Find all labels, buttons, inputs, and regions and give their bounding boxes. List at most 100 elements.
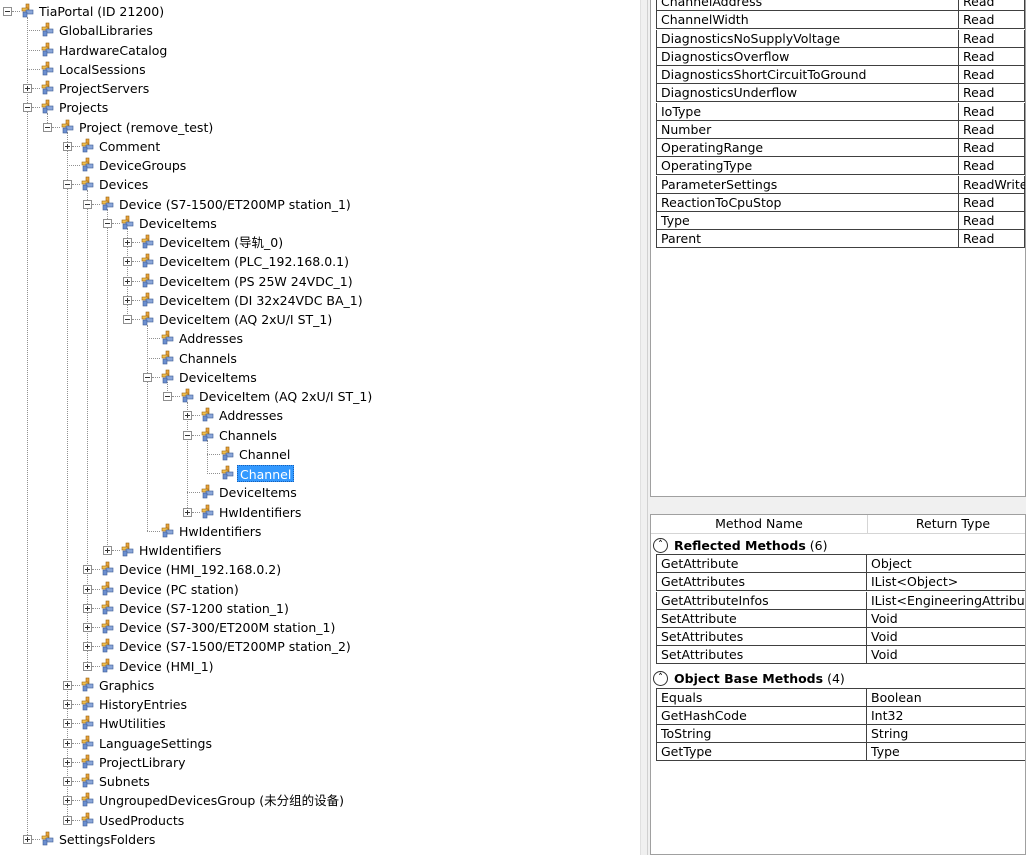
expand-icon[interactable] (83, 661, 92, 671)
tree-node-label[interactable]: Projects (57, 99, 110, 116)
expand-icon[interactable] (63, 796, 72, 806)
method-row[interactable]: SetAttributes Void (656, 646, 1025, 665)
tree-node[interactable]: UngroupedDevicesGroup (未分组的设备) (0, 791, 640, 810)
method-row[interactable]: ToString String (656, 725, 1025, 743)
property-row[interactable]: OperatingType Read (656, 157, 1025, 176)
tree-node[interactable]: DeviceItem (DI 32x24VDC BA_1) (0, 291, 640, 310)
tree-node[interactable]: DeviceItem (AQ 2xU/I ST_1) (0, 387, 640, 406)
tree-node-label[interactable]: Device (S7-1200 station_1) (117, 600, 291, 617)
collapse-group-icon[interactable]: ˄ (653, 537, 668, 553)
method-row[interactable]: GetAttribute Object (656, 555, 1025, 573)
tree-node[interactable]: UsedProducts (0, 811, 640, 830)
method-row[interactable]: GetType Type (656, 743, 1025, 762)
property-row[interactable]: IoType Read (656, 102, 1025, 121)
collapse-icon[interactable] (103, 218, 112, 228)
expand-icon[interactable] (63, 815, 72, 825)
tree-node[interactable]: Addresses (0, 329, 640, 348)
tree-node[interactable]: DeviceItem (PLC_192.168.0.1) (0, 252, 640, 271)
tree-node-label[interactable]: Device (S7-300/ET200M station_1) (117, 619, 337, 636)
property-row[interactable]: ParameterSettings ReadWrite (656, 175, 1025, 194)
tree-node[interactable]: HardwareCatalog (0, 41, 640, 60)
tree-node[interactable]: DeviceItem (PS 25W 24VDC_1) (0, 272, 640, 291)
expand-icon[interactable] (123, 295, 132, 305)
tree-node[interactable]: HwIdentifiers (0, 541, 640, 560)
expand-icon[interactable] (183, 507, 192, 517)
tree-node[interactable]: ProjectServers (0, 79, 640, 98)
tree-node[interactable]: DeviceItem (AQ 2xU/I ST_1) (0, 310, 640, 329)
tree-node[interactable]: DeviceItems (0, 368, 640, 387)
tree-node[interactable]: DeviceItems (0, 214, 640, 233)
tree-node[interactable]: Projects (0, 98, 640, 117)
tree-node[interactable]: Channel (0, 464, 640, 483)
tree-node[interactable]: DeviceItem (导轨_0) (0, 233, 640, 252)
expand-icon[interactable] (83, 603, 92, 613)
tree-node[interactable]: Device (S7-1500/ET200MP station_1) (0, 195, 640, 214)
tree-node[interactable]: Graphics (0, 676, 640, 695)
tree-node-label[interactable]: UsedProducts (97, 812, 186, 829)
property-row[interactable]: DiagnosticsNoSupplyVoltage Read (656, 29, 1025, 48)
tree-node[interactable]: Subnets (0, 772, 640, 791)
tree-node-label[interactable]: Graphics (97, 677, 156, 694)
method-row[interactable]: SetAttributes Void (656, 628, 1025, 646)
tree-node-label[interactable]: Device (HMI_192.168.0.2) (117, 561, 283, 578)
tree-node-label[interactable]: SettingsFolders (57, 831, 157, 848)
tree-node-label[interactable]: Channels (217, 427, 279, 444)
tree-node-label[interactable]: Device (PC station) (117, 581, 241, 598)
tree-node[interactable]: DeviceItems (0, 483, 640, 502)
expand-icon[interactable] (123, 238, 132, 247)
tree-node[interactable]: TiaPortal (ID 21200) (0, 2, 640, 21)
tree-node[interactable]: LanguageSettings (0, 734, 640, 753)
tree-node-label[interactable]: Project (remove_test) (77, 119, 215, 136)
property-row[interactable]: DiagnosticsUnderflow Read (656, 84, 1025, 103)
tree-node-label[interactable]: Channel (237, 465, 295, 482)
property-row[interactable]: Type Read (656, 212, 1025, 230)
property-row[interactable]: Parent Read (656, 230, 1025, 249)
method-row[interactable]: Equals Boolean (656, 688, 1025, 707)
tree-node-label[interactable]: ProjectServers (57, 80, 151, 97)
tree-node[interactable]: Device (PC station) (0, 580, 640, 599)
collapse-icon[interactable] (183, 430, 192, 440)
property-row[interactable]: Number Read (656, 120, 1025, 139)
tree-node-label[interactable]: HwUtilities (97, 715, 168, 732)
tree-node-label[interactable]: TiaPortal (ID 21200) (37, 3, 166, 20)
tree-node-label[interactable]: Addresses (177, 330, 245, 347)
expand-icon[interactable] (123, 276, 132, 286)
tree-node-label[interactable]: HardwareCatalog (57, 42, 169, 59)
tree-node-label[interactable]: DeviceItem (导轨_0) (157, 234, 285, 251)
tree-node[interactable]: Device (HMI_1) (0, 657, 640, 676)
tree-node-label[interactable]: HwIdentifiers (177, 523, 263, 540)
expand-icon[interactable] (183, 411, 192, 421)
tree-node-label[interactable]: Devices (97, 176, 150, 193)
tree-node-label[interactable]: Channel (237, 446, 292, 463)
expand-icon[interactable] (123, 257, 132, 267)
property-row[interactable]: ChannelAddress Read (656, 0, 1025, 11)
tree-node[interactable]: Addresses (0, 406, 640, 425)
method-row[interactable]: GetHashCode Int32 (656, 706, 1025, 725)
property-row[interactable]: DiagnosticsOverflow Read (656, 47, 1025, 66)
tree-node[interactable]: Devices (0, 175, 640, 194)
property-row[interactable]: OperatingRange Read (656, 139, 1025, 157)
collapse-group-icon[interactable]: ˄ (653, 671, 668, 686)
tree-node-label[interactable]: Addresses (217, 407, 285, 424)
tree-node-label[interactable]: DeviceGroups (97, 157, 188, 174)
expand-icon[interactable] (23, 84, 32, 93)
tree-node-label[interactable]: GlobalLibraries (57, 22, 155, 39)
tree-node-label[interactable]: DeviceItems (177, 369, 259, 386)
method-group-header[interactable]: ˄ Reflected Methods (6) (653, 535, 828, 555)
expand-icon[interactable] (63, 738, 72, 748)
expand-icon[interactable] (63, 777, 72, 786)
property-row[interactable]: DiagnosticsShortCircuitToGround Read (656, 66, 1025, 84)
tree-node[interactable]: HistoryEntries (0, 695, 640, 714)
tree-node-label[interactable]: Comment (97, 138, 162, 155)
expand-icon[interactable] (103, 546, 112, 555)
collapse-icon[interactable] (3, 7, 12, 16)
method-row[interactable]: GetAttributes IList<Object> (656, 573, 1025, 592)
tree-node[interactable]: Channels (0, 349, 640, 368)
tree-node-label[interactable]: Channels (177, 350, 239, 367)
tree-node-label[interactable]: Subnets (97, 773, 152, 790)
return-type-column-header[interactable]: Return Type (868, 515, 1025, 533)
tree-node-label[interactable]: Device (S7-1500/ET200MP station_1) (117, 196, 353, 213)
expand-icon[interactable] (63, 719, 72, 729)
methods-table[interactable]: Method Name Return Type ˄ Reflected Metho… (650, 514, 1026, 855)
tree-node[interactable]: DeviceGroups (0, 156, 640, 175)
